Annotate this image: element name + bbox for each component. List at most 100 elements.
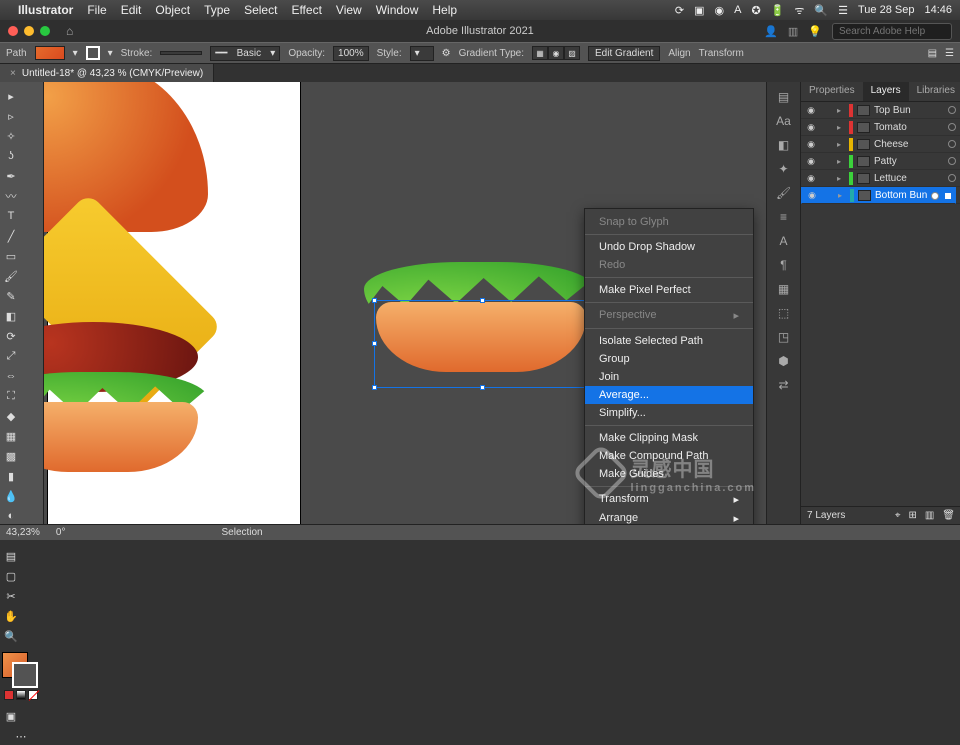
tab-libraries[interactable]: Libraries	[909, 82, 960, 101]
panel-icon[interactable]: ⇄	[778, 378, 788, 392]
target-icon[interactable]	[948, 106, 956, 114]
edit-gradient-button[interactable]: Edit Gradient	[588, 46, 660, 61]
visibility-toggle-icon[interactable]: ◉	[806, 190, 818, 201]
direct-selection-tool[interactable]: ▹	[1, 107, 21, 125]
zoom-level[interactable]: 43,23%	[6, 527, 40, 538]
screen-mode-button[interactable]: ▣	[1, 707, 21, 725]
layer-row[interactable]: ◉▸Patty	[801, 153, 960, 170]
curvature-tool[interactable]: 〰	[1, 187, 21, 205]
disclosure-icon[interactable]: ▸	[837, 123, 845, 132]
context-menu-item[interactable]: Isolate Selected Path	[585, 332, 753, 350]
edit-toolbar-button[interactable]: ⋯	[1, 727, 41, 745]
zoom-tool[interactable]: 🔍	[1, 627, 21, 645]
context-menu-item[interactable]: Arrange▸	[585, 509, 753, 524]
panel-icon[interactable]: ▤	[778, 90, 789, 104]
new-layer-icon[interactable]: ▥	[925, 510, 934, 521]
tab-properties[interactable]: Properties	[801, 82, 863, 101]
status-icon[interactable]: ◉	[715, 4, 725, 17]
opacity-input[interactable]: 100%	[333, 46, 369, 61]
menu-file[interactable]: File	[87, 3, 106, 17]
menubar-time[interactable]: 14:46	[924, 4, 952, 16]
slice-tool[interactable]: ✂	[1, 587, 21, 605]
menu-type[interactable]: Type	[204, 3, 230, 17]
status-icon[interactable]: A	[734, 4, 741, 16]
visibility-toggle-icon[interactable]: ◉	[805, 173, 817, 184]
menu-window[interactable]: Window	[376, 3, 419, 17]
pen-tool[interactable]: ✒	[1, 167, 21, 185]
panel-icon[interactable]: A	[779, 234, 787, 248]
locate-layer-icon[interactable]: ⌖	[895, 510, 901, 521]
target-icon[interactable]	[948, 123, 956, 131]
perspective-tool[interactable]: ▦	[1, 427, 21, 445]
context-menu-item[interactable]: Join	[585, 368, 753, 386]
panel-icon[interactable]: ✦	[778, 162, 788, 176]
selection-tool[interactable]: ▸	[1, 87, 21, 105]
close-tab-icon[interactable]: ×	[10, 68, 16, 79]
disclosure-icon[interactable]: ▸	[837, 157, 845, 166]
scale-tool[interactable]: ⤢	[1, 347, 21, 365]
type-tool[interactable]: T	[1, 207, 21, 225]
chevron-down-icon[interactable]: ▾	[108, 48, 113, 59]
panel-icon[interactable]: Aa	[776, 114, 791, 128]
free-transform-tool[interactable]: ⛶	[1, 387, 21, 405]
hand-tool[interactable]: ✋	[1, 607, 21, 625]
delete-layer-icon[interactable]: 🗑	[942, 510, 955, 521]
layer-row[interactable]: ◉▸Top Bun	[801, 102, 960, 119]
context-menu-item[interactable]: Simplify...	[585, 404, 753, 422]
context-menu-item[interactable]: Make Pixel Perfect	[585, 281, 753, 299]
align-link[interactable]: Align	[668, 48, 690, 59]
chevron-down-icon[interactable]: ▾	[73, 48, 78, 59]
status-icon[interactable]: ✪	[751, 4, 760, 17]
disclosure-icon[interactable]: ▸	[837, 140, 845, 149]
panel-icon[interactable]: ◳	[778, 330, 789, 344]
wifi-icon[interactable]: ᯤ	[794, 3, 804, 18]
visibility-toggle-icon[interactable]: ◉	[805, 139, 817, 150]
selection-bounds[interactable]	[374, 300, 592, 388]
gradient-type-buttons[interactable]: ▦◉▨	[532, 46, 580, 60]
fill-stroke-swatches[interactable]	[2, 652, 41, 700]
visibility-toggle-icon[interactable]: ◉	[805, 156, 817, 167]
disclosure-icon[interactable]: ▸	[837, 174, 845, 183]
status-icon[interactable]: ⟳	[675, 4, 684, 17]
menu-edit[interactable]: Edit	[121, 3, 142, 17]
disclosure-icon[interactable]: ▸	[837, 106, 845, 115]
app-name[interactable]: Illustrator	[18, 3, 73, 17]
line-tool[interactable]: ╱	[1, 227, 21, 245]
shape-builder-tool[interactable]: ◆	[1, 407, 21, 425]
context-menu-item[interactable]: Average...	[585, 386, 753, 404]
disclosure-icon[interactable]: ▸	[838, 191, 846, 200]
canvas[interactable]: Snap to GlyphUndo Drop ShadowRedoMake Pi…	[44, 82, 766, 524]
gradient-tool[interactable]: ▮	[1, 467, 21, 485]
panel-icon[interactable]: ¶	[780, 258, 786, 272]
eyedropper-tool[interactable]: 💧	[1, 487, 21, 505]
magic-wand-tool[interactable]: ✧	[1, 127, 21, 145]
fill-swatch[interactable]	[35, 46, 65, 60]
target-icon[interactable]	[948, 140, 956, 148]
transform-link[interactable]: Transform	[699, 48, 744, 59]
panel-menu-icon[interactable]: ▤	[928, 48, 937, 59]
gear-icon[interactable]: ⚙	[442, 48, 451, 59]
stroke-swatch[interactable]	[86, 46, 100, 60]
menubar-date[interactable]: Tue 28 Sep	[858, 4, 914, 16]
style-dropdown[interactable]: ▾	[410, 46, 434, 61]
stroke-weight-input[interactable]	[160, 51, 202, 55]
rotation-value[interactable]: 0°	[56, 527, 66, 538]
menu-effect[interactable]: Effect	[291, 3, 321, 17]
status-icon[interactable]: ▣	[694, 4, 704, 17]
tab-layers[interactable]: Layers	[863, 82, 909, 101]
visibility-toggle-icon[interactable]: ◉	[805, 105, 817, 116]
artboard-tool[interactable]: ▢	[1, 567, 21, 585]
shaper-tool[interactable]: ✎	[1, 287, 21, 305]
visibility-toggle-icon[interactable]: ◉	[805, 122, 817, 133]
layer-row[interactable]: ◉▸Tomato	[801, 119, 960, 136]
eraser-tool[interactable]: ◧	[1, 307, 21, 325]
layer-row[interactable]: ◉▸Lettuce	[801, 170, 960, 187]
context-menu-item[interactable]: Group	[585, 350, 753, 368]
rotate-tool[interactable]: ⟳	[1, 327, 21, 345]
document-tab[interactable]: × Untitled-18* @ 43,23 % (CMYK/Preview)	[0, 64, 214, 82]
menu-select[interactable]: Select	[244, 3, 277, 17]
panel-icon[interactable]: ⬚	[778, 306, 789, 320]
brush-dropdown[interactable]: ━━Basic▾	[210, 46, 280, 61]
panel-icon[interactable]: ◧	[778, 138, 789, 152]
panel-icon[interactable]: ≡	[780, 210, 787, 224]
